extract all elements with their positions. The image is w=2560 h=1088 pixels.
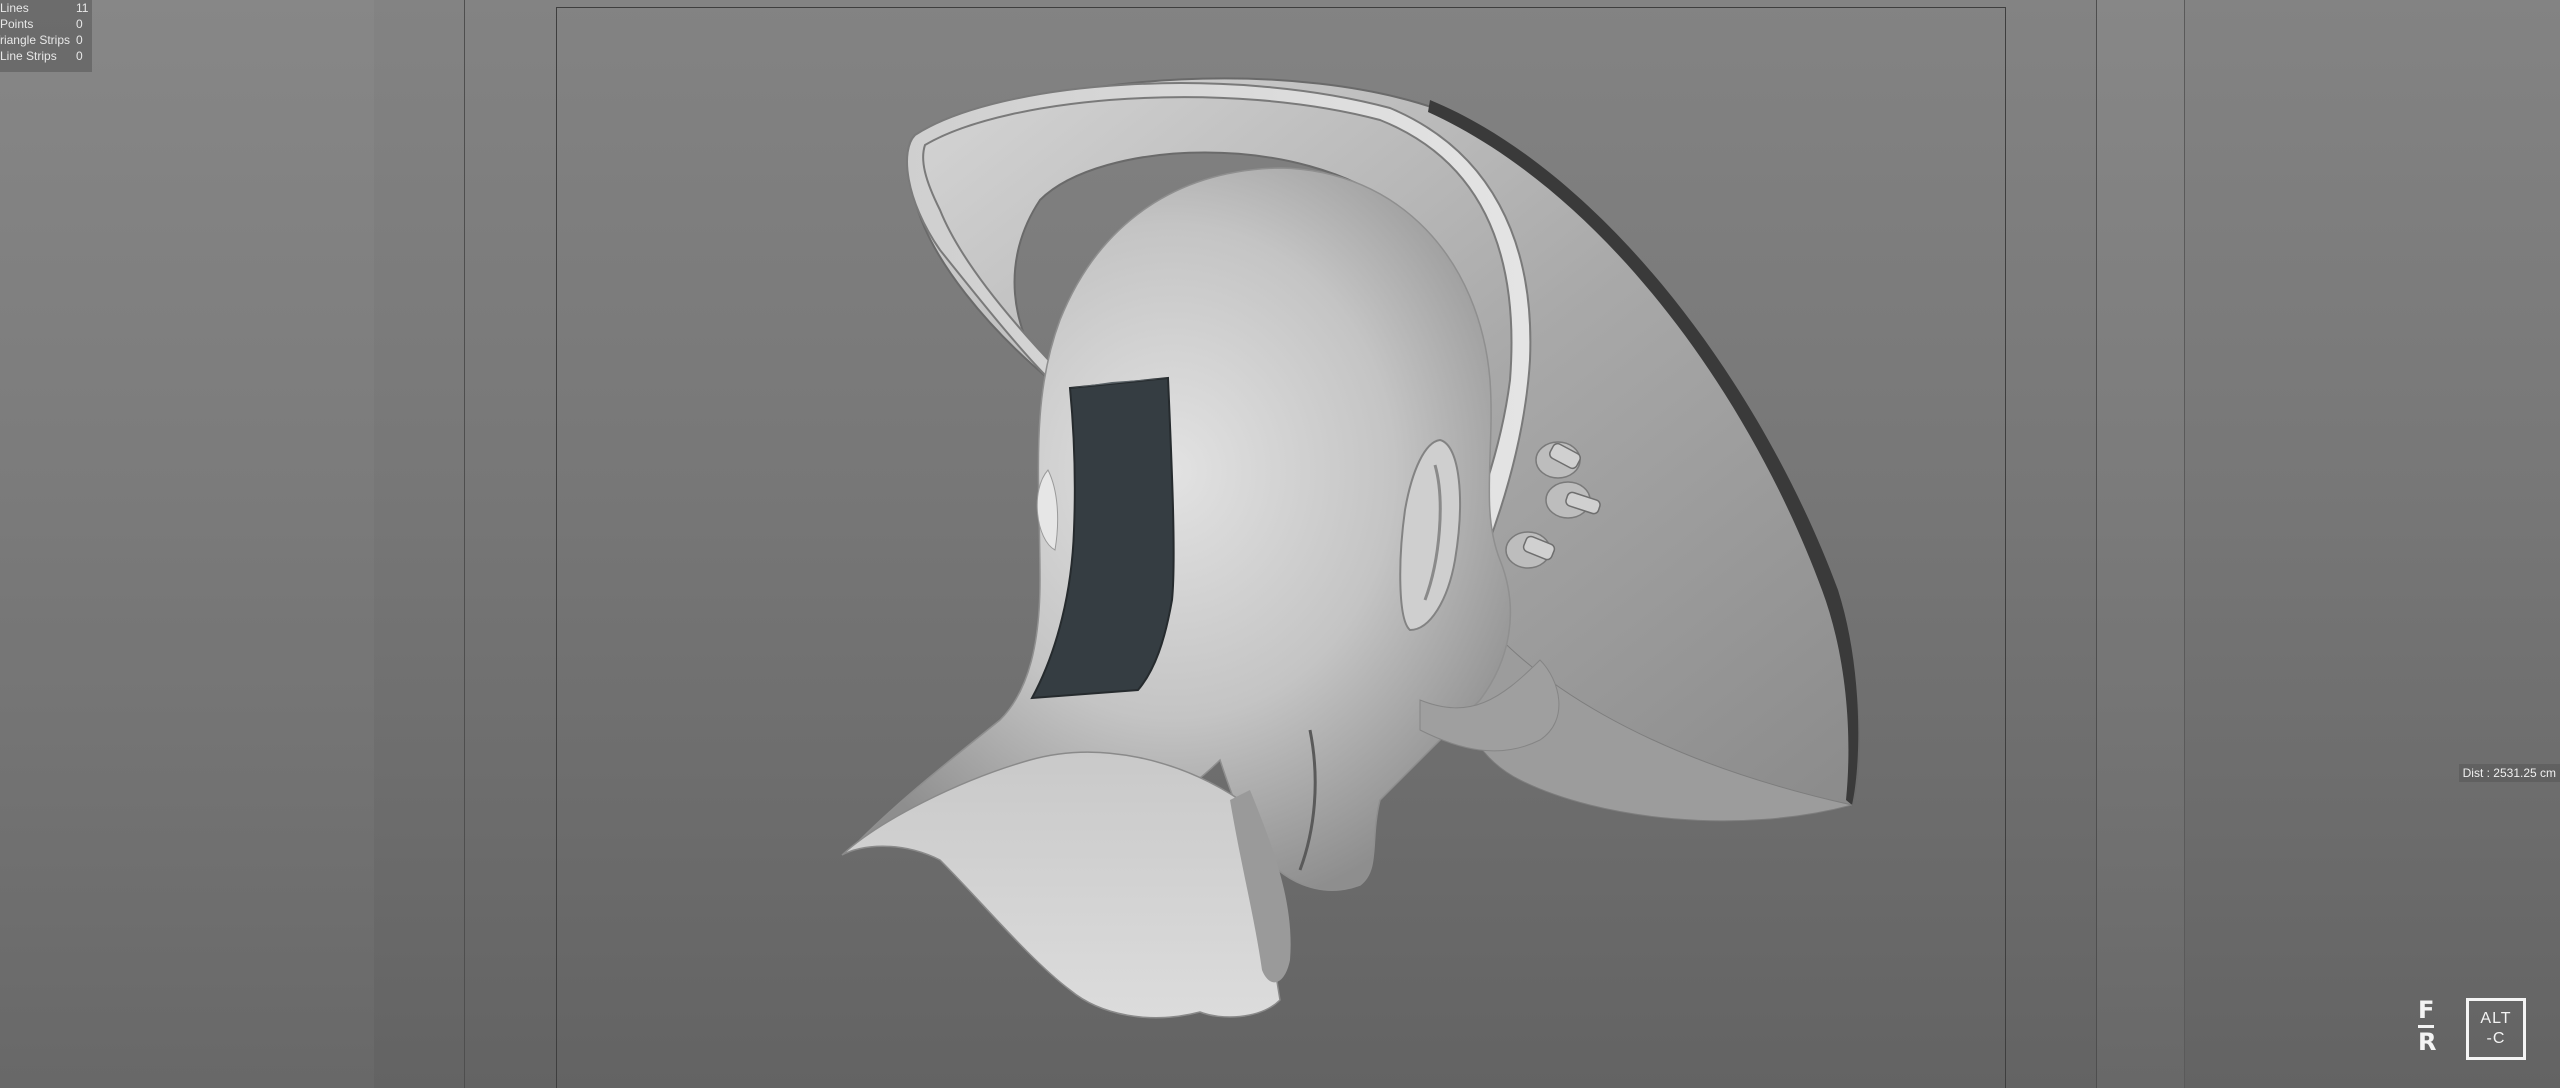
stats-value: 0 (76, 33, 83, 47)
camera-distance-readout: Dist : 2531.25 cm (2458, 764, 2560, 782)
3d-viewport[interactable]: Lines 11 Points 0 Triangle Strips 0 Line… (0, 0, 2560, 1088)
fr-logo: F R (2416, 998, 2438, 1062)
stats-label: Points (0, 17, 34, 31)
alt-c-logo-line1: ALT (2480, 1010, 2512, 1027)
stats-row-lines: Lines 11 (0, 0, 92, 16)
stats-value: 0 (76, 49, 83, 63)
stats-row-line-strips: Line Strips 0 (0, 48, 92, 64)
fr-logo-bottom: R (2418, 1028, 2437, 1056)
stats-label: Triangle Strips (0, 33, 70, 47)
stats-label: Lines (0, 1, 29, 15)
stats-row-triangle-strips: Triangle Strips 0 (0, 32, 92, 48)
alt-c-logo-line2: -C (2486, 1030, 2506, 1047)
neck-drape (841, 751, 1281, 1019)
alt-c-logo: ALT -C (2466, 998, 2526, 1060)
helmet-head-model[interactable] (0, 0, 2560, 1088)
scene-stats-overlay: Lines 11 Points 0 Triangle Strips 0 Line… (0, 0, 92, 72)
stats-value: 11 (76, 1, 89, 15)
fr-logo-top: F (2418, 996, 2435, 1024)
stats-row-points: Points 0 (0, 16, 92, 32)
stats-label: Line Strips (0, 49, 57, 63)
stats-value: 0 (76, 17, 83, 31)
